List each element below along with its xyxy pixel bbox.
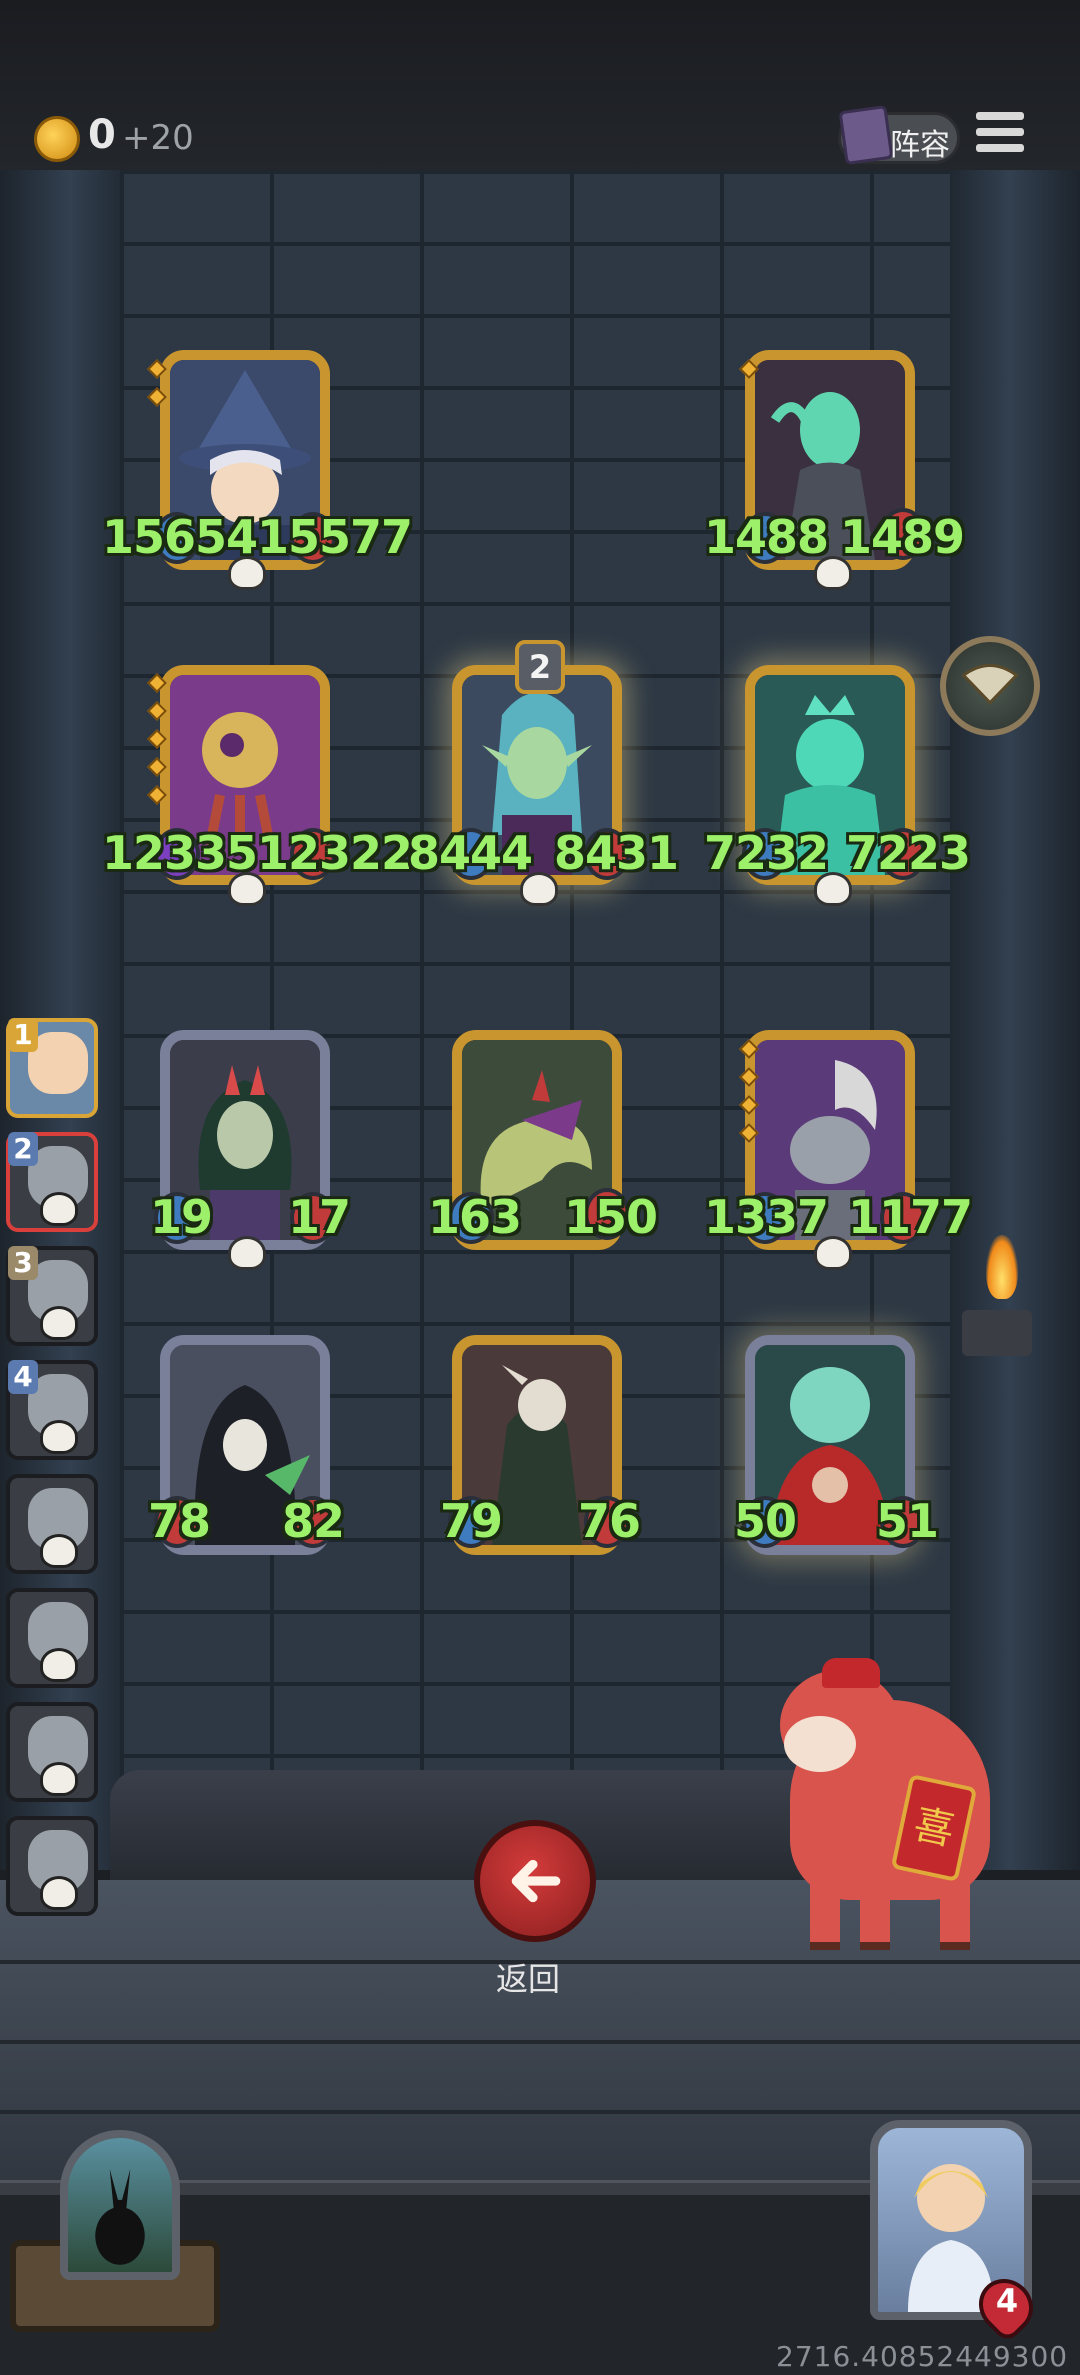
health-value: 76 (578, 1494, 641, 1548)
attack-value: 50 (734, 1494, 797, 1548)
gem-icon (147, 701, 167, 721)
floor-divider (0, 2040, 1080, 2044)
skull-icon (40, 1306, 78, 1340)
team-slot[interactable] (6, 1702, 98, 1802)
horse-leg (810, 1880, 840, 1950)
gem-icon (147, 729, 167, 749)
team-slot[interactable]: 3 (6, 1246, 98, 1346)
right-pillar (940, 170, 1080, 1870)
lives-count: 4 (995, 2282, 1019, 2320)
skull-icon (40, 1762, 78, 1796)
star-gems (147, 673, 167, 816)
slot-number: 1 (8, 1018, 38, 1052)
gold-gain: +20 (122, 118, 194, 158)
attack-value: 163 (428, 1190, 522, 1244)
slot-number: 2 (8, 1132, 38, 1166)
menu-button[interactable] (976, 112, 1024, 160)
star-gems (739, 359, 759, 390)
health-value: 17 (288, 1190, 351, 1244)
star-gems (739, 1039, 759, 1154)
horse-hat (822, 1658, 880, 1688)
skull-icon (40, 1192, 78, 1226)
health-value: 1177 (848, 1190, 973, 1244)
health-value: 150 (564, 1190, 658, 1244)
health-value: 8431 (554, 826, 679, 880)
star-gems (147, 359, 167, 418)
gem-icon (739, 359, 759, 379)
gem-icon (147, 359, 167, 379)
skull-icon (40, 1420, 78, 1454)
menu-line-icon (976, 112, 1024, 120)
attack-value: 1488 (704, 510, 829, 564)
skull-icon (40, 1648, 78, 1682)
attack-value: 1337 (704, 1190, 829, 1244)
torch-flame-icon (986, 1235, 1018, 1299)
horse-leg (860, 1880, 890, 1950)
gold-count: 0 (88, 112, 116, 158)
fan-icon (961, 664, 1019, 705)
attack-value: 1233512322 (102, 826, 413, 880)
back-label: 返回 (496, 1960, 561, 1998)
team-slot[interactable] (6, 1588, 98, 1688)
level-badge: 2 (515, 640, 565, 694)
slot-number: 4 (8, 1360, 38, 1394)
gem-icon (147, 757, 167, 777)
attack-value: 79 (440, 1494, 503, 1548)
attack-value: 78 (148, 1494, 211, 1548)
coordinate-readout: 2716.40852449300 (776, 2340, 1069, 2373)
horse-muzzle (784, 1716, 856, 1772)
health-value: 1489 (840, 510, 965, 564)
gem-icon (147, 387, 167, 407)
rabbit-silhouette-icon (95, 2168, 145, 2265)
health-value: 51 (876, 1494, 939, 1548)
gold-coin-icon (34, 116, 80, 162)
attack-value: 1565415577 (102, 510, 413, 564)
health-value: 82 (282, 1494, 345, 1548)
attack-value: 8444 (408, 826, 533, 880)
slot-number: 3 (8, 1246, 38, 1280)
back-button[interactable] (474, 1820, 596, 1942)
gem-icon (739, 1039, 759, 1059)
team-slot[interactable] (6, 1816, 98, 1916)
horse-leg (940, 1880, 970, 1950)
fan-skill-button[interactable] (940, 636, 1040, 736)
health-value: 7223 (846, 826, 971, 880)
floor-divider (0, 2110, 1080, 2114)
gem-icon (739, 1123, 759, 1143)
skull-icon (40, 1534, 78, 1568)
attack-value: 19 (150, 1190, 213, 1244)
team-slot[interactable]: 4 (6, 1360, 98, 1460)
torch-holder (962, 1310, 1032, 1356)
menu-line-icon (976, 144, 1024, 152)
attack-value: 7232 (704, 826, 829, 880)
gem-icon (739, 1095, 759, 1115)
arrow-left-icon (511, 1859, 561, 1903)
gem-icon (147, 673, 167, 693)
gem-icon (147, 785, 167, 805)
book-icon (838, 104, 894, 166)
skull-icon (228, 1236, 266, 1270)
team-slot[interactable]: 1 (6, 1018, 98, 1118)
team-slot[interactable]: 2 (6, 1132, 98, 1232)
skull-icon (40, 1876, 78, 1910)
portal-window[interactable] (60, 2130, 180, 2280)
menu-line-icon (976, 128, 1024, 136)
lineup-label: 阵容 (890, 128, 950, 163)
gem-icon (739, 1067, 759, 1087)
team-slot[interactable] (6, 1474, 98, 1574)
